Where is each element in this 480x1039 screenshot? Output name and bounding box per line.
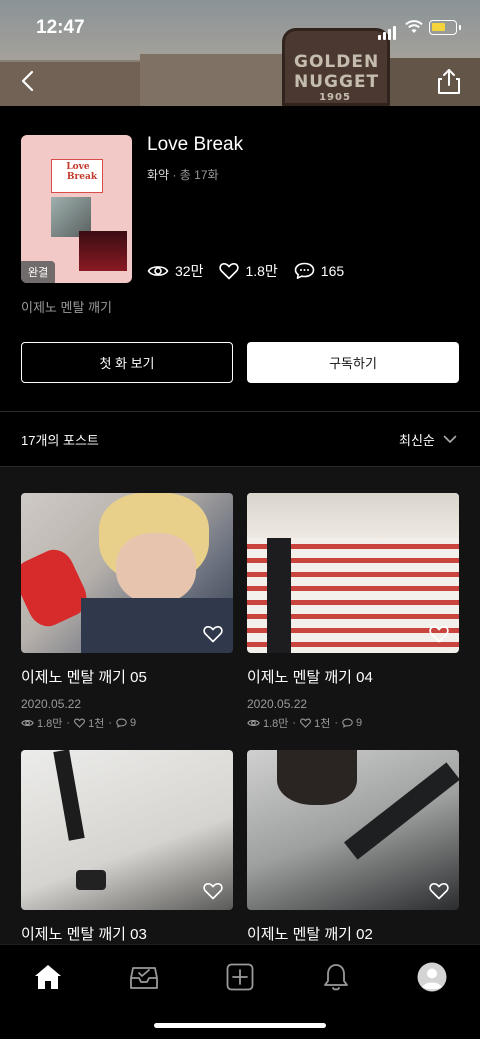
home-icon	[35, 965, 61, 989]
post-stats: 1.8만 · 1천 · 9	[21, 715, 233, 731]
cover-art-title-line: Break	[66, 172, 98, 182]
first-episode-button[interactable]: 첫 화 보기	[21, 342, 233, 383]
views-stat: 32만	[147, 261, 203, 281]
post-title: 이제노 멘탈 깨기 04	[247, 669, 373, 686]
meta-separator: ·	[172, 168, 177, 182]
comment-icon	[116, 718, 127, 728]
heart-icon	[300, 718, 312, 728]
heart-icon	[74, 718, 86, 728]
signal-icon	[378, 22, 398, 40]
post-date: 2020.05.22	[247, 697, 308, 711]
eye-icon	[247, 719, 260, 727]
stat-separator: ·	[66, 717, 71, 729]
thumb-strap	[344, 762, 459, 860]
status-bar: 12:47	[0, 0, 480, 54]
tab-notifications[interactable]	[316, 957, 356, 997]
heart-icon[interactable]	[203, 882, 223, 900]
thumb-strap	[53, 750, 85, 841]
thumb-neck	[247, 493, 459, 538]
subscribe-button[interactable]: 구독하기	[247, 342, 459, 383]
post-card[interactable]: 이제노 멘탈 깨기 02	[247, 750, 459, 944]
thumb-hair	[277, 750, 357, 805]
post-card[interactable]: 이제노 멘탈 깨기 04 2020.05.22 1.8만 · 1천 · 9	[247, 493, 459, 731]
tab-profile[interactable]	[412, 957, 452, 997]
tab-create[interactable]	[220, 957, 260, 997]
tab-inbox[interactable]	[124, 957, 164, 997]
post-likes: 1천	[314, 718, 331, 730]
post-views: 1.8만	[263, 718, 289, 730]
thumb-face	[116, 533, 196, 603]
completed-badge: 완결	[21, 261, 56, 283]
series-title: Love Break	[147, 134, 244, 155]
back-button[interactable]	[14, 66, 44, 96]
wifi-icon	[405, 20, 423, 33]
divider	[0, 411, 480, 412]
sort-label: 최신순	[399, 433, 435, 448]
plus-square-icon	[226, 963, 254, 991]
comments-count: 165	[320, 263, 345, 279]
post-title: 이제노 멘탈 깨기 05	[21, 669, 147, 686]
home-indicator	[154, 1023, 326, 1028]
post-thumbnail[interactable]	[21, 493, 233, 653]
eye-icon	[147, 266, 169, 276]
post-views: 1.8만	[37, 718, 63, 730]
cover-dark-block	[79, 231, 127, 271]
comment-icon	[294, 262, 315, 279]
post-title: 이제노 멘탈 깨기 02	[247, 926, 373, 943]
views-count: 32만	[175, 263, 204, 279]
post-count: 17개의 포스트	[21, 433, 99, 448]
avatar-icon	[417, 962, 447, 992]
series-author[interactable]: 이제노 멘탈 깨기	[21, 297, 112, 316]
post-thumbnail[interactable]	[247, 493, 459, 653]
post-card[interactable]: 이제노 멘탈 깨기 03	[21, 750, 233, 944]
thumb-strap	[267, 538, 291, 653]
post-comments: 9	[130, 717, 137, 729]
post-grid: 이제노 멘탈 깨기 05 2020.05.22 1.8만 · 1천 · 9 이제…	[0, 467, 480, 944]
series-genre[interactable]: 화약	[147, 168, 169, 182]
stat-separator: ·	[292, 717, 297, 729]
post-thumbnail[interactable]	[21, 750, 233, 910]
chevron-down-icon	[443, 435, 457, 443]
cover-art-title-line: Love	[66, 162, 90, 172]
post-comments: 9	[356, 717, 363, 729]
likes-stat[interactable]: 1.8만	[219, 261, 278, 281]
post-card[interactable]: 이제노 멘탈 깨기 05 2020.05.22 1.8만 · 1천 · 9	[21, 493, 233, 731]
post-title: 이제노 멘탈 깨기 03	[21, 926, 147, 943]
series-stats: 32만 1.8만 165	[147, 261, 360, 281]
tab-home[interactable]	[28, 957, 68, 997]
series-meta: 화약 · 총 17화	[147, 166, 219, 183]
cover-art-title: Love Break	[53, 162, 103, 182]
sort-dropdown[interactable]: 최신순	[399, 430, 457, 449]
battery-icon	[429, 20, 461, 35]
bell-icon	[324, 964, 348, 991]
post-thumbnail[interactable]	[247, 750, 459, 910]
series-episode-count: 총 17화	[179, 168, 219, 182]
heart-icon[interactable]	[429, 625, 449, 643]
chevron-left-icon	[21, 70, 34, 92]
eye-icon	[21, 719, 34, 727]
inbox-icon	[130, 967, 158, 989]
thumb-camera	[76, 870, 106, 890]
post-likes: 1천	[88, 718, 105, 730]
share-button[interactable]	[434, 66, 464, 96]
stat-separator: ·	[334, 717, 339, 729]
heart-icon	[219, 263, 240, 280]
stat-separator: ·	[108, 717, 113, 729]
comment-icon	[342, 718, 353, 728]
post-stats: 1.8만 · 1천 · 9	[247, 715, 459, 731]
status-time: 12:47	[36, 17, 85, 38]
likes-count: 1.8만	[245, 263, 278, 279]
heart-icon[interactable]	[203, 625, 223, 643]
post-date: 2020.05.22	[21, 697, 82, 711]
heart-icon[interactable]	[429, 882, 449, 900]
share-icon	[438, 69, 460, 94]
series-cover[interactable]: Love Break 완결	[21, 135, 132, 283]
comments-stat[interactable]: 165	[294, 262, 344, 280]
